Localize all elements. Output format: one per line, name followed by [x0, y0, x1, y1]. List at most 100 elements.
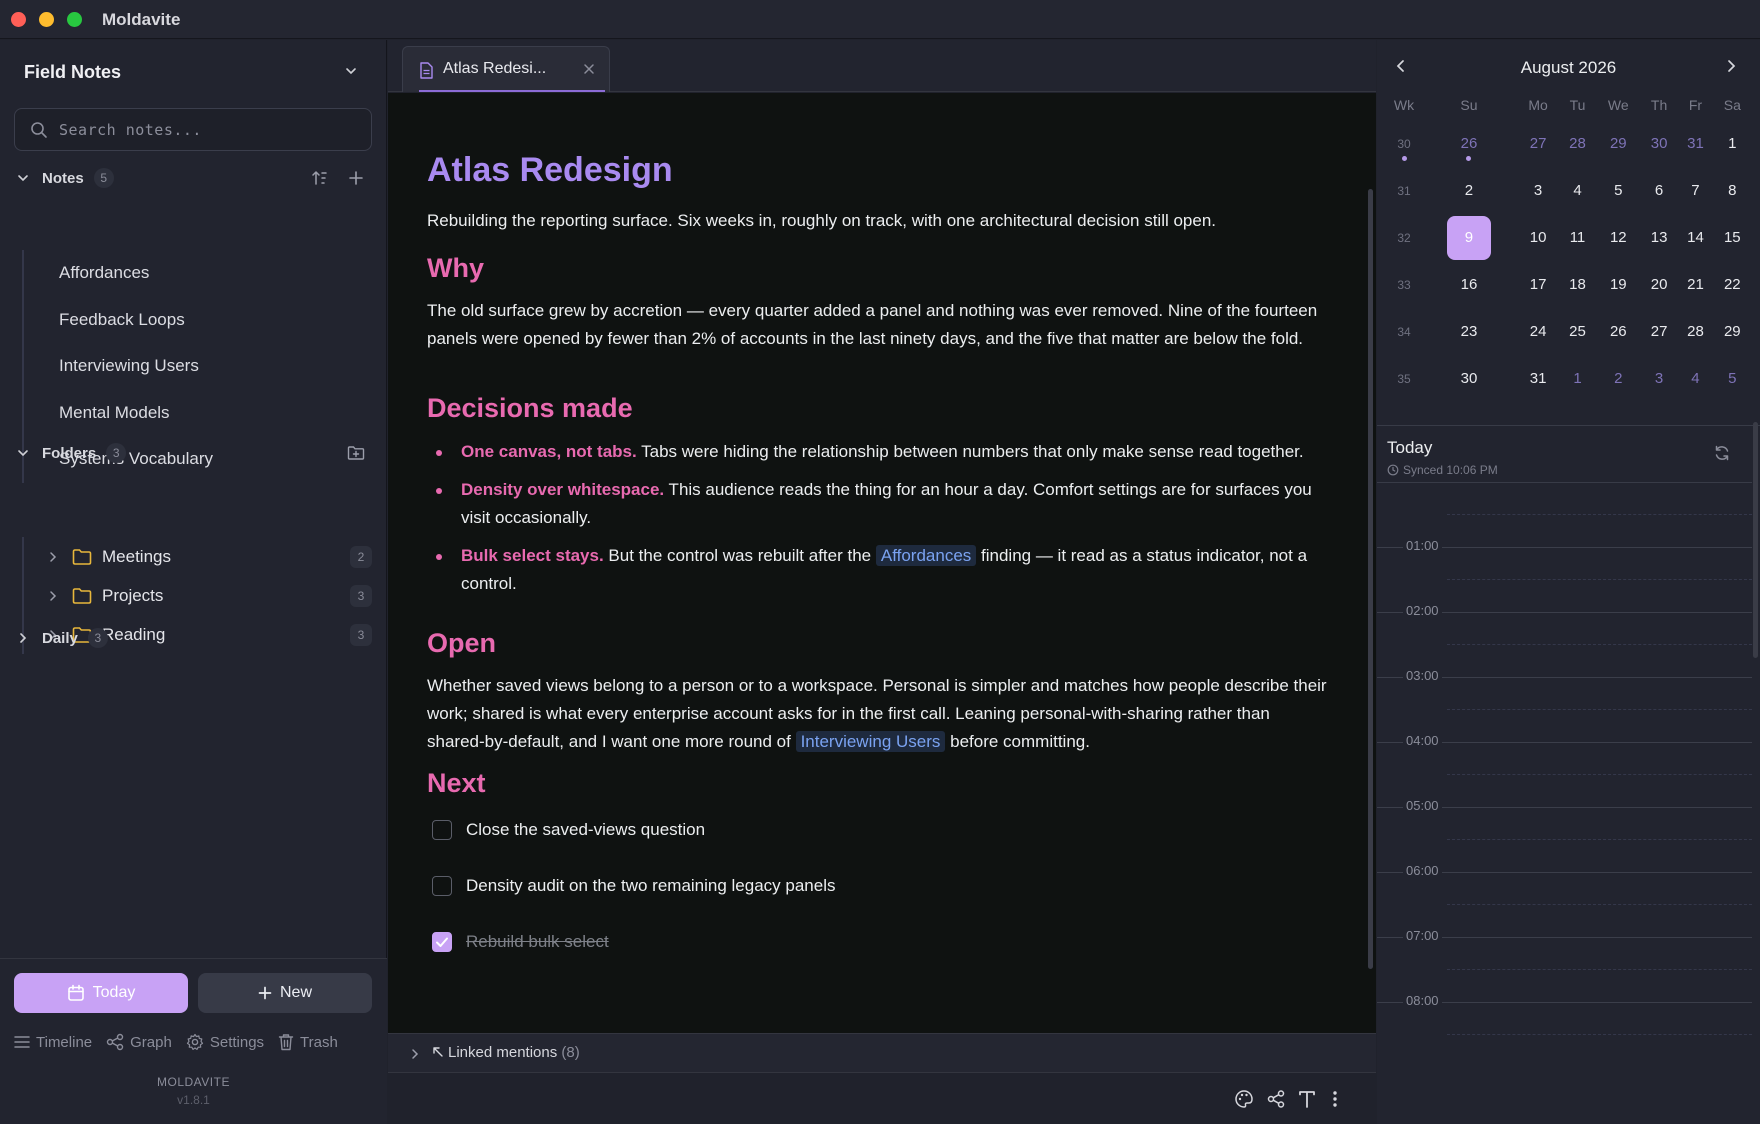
- calendar-day[interactable]: 24: [1517, 308, 1559, 355]
- calendar-day[interactable]: 29: [1596, 120, 1641, 167]
- new-folder-icon[interactable]: [345, 442, 367, 464]
- calendar-day[interactable]: 19: [1596, 261, 1641, 308]
- wikilink-interviewing-users[interactable]: Interviewing Users: [795, 731, 946, 752]
- week-number[interactable]: 32: [1387, 214, 1421, 261]
- week-number[interactable]: 31: [1387, 167, 1421, 214]
- more-options-icon[interactable]: [1332, 1089, 1338, 1109]
- daily-section-header[interactable]: Daily 3: [14, 625, 108, 651]
- timeline-link[interactable]: Timeline: [14, 1033, 92, 1051]
- calendar-day[interactable]: 16: [1421, 261, 1517, 308]
- vault-name[interactable]: Field Notes: [24, 62, 121, 83]
- calendar-day[interactable]: 6: [1641, 167, 1677, 214]
- share-icon[interactable]: [1266, 1089, 1286, 1109]
- calendar-day[interactable]: 13: [1641, 214, 1677, 261]
- calendar-day[interactable]: 29: [1714, 308, 1751, 355]
- graph-link[interactable]: Graph: [106, 1033, 172, 1051]
- linked-mentions-bar[interactable]: Linked mentions (8): [388, 1033, 1376, 1073]
- chevron-right-icon[interactable]: [46, 551, 60, 563]
- chevron-down-icon[interactable]: [14, 169, 32, 187]
- note-item-affordances[interactable]: Affordances: [24, 250, 372, 297]
- sort-icon[interactable]: [309, 167, 331, 189]
- chevron-down-icon[interactable]: [344, 64, 358, 78]
- calendar-day[interactable]: 17: [1517, 261, 1559, 308]
- calendar-day[interactable]: 31: [1677, 120, 1713, 167]
- new-button-label: New: [279, 984, 312, 1001]
- note-editor[interactable]: Atlas Redesign Rebuilding the reporting …: [388, 93, 1376, 1033]
- calendar-day[interactable]: 5: [1714, 355, 1751, 402]
- weekday-header: Su: [1460, 97, 1478, 113]
- calendar-day[interactable]: 26: [1596, 308, 1641, 355]
- note-item-interviewing-users[interactable]: Interviewing Users: [24, 343, 372, 390]
- calendar-day[interactable]: 30: [1421, 355, 1517, 402]
- chevron-down-icon[interactable]: [14, 444, 32, 462]
- today-button[interactable]: Today: [14, 973, 188, 1013]
- chevron-right-icon[interactable]: [46, 590, 60, 602]
- calendar-day-selected[interactable]: 9: [1421, 214, 1517, 261]
- week-number[interactable]: 30: [1387, 120, 1421, 167]
- wikilink-affordances[interactable]: Affordances: [875, 545, 977, 566]
- calendar-day[interactable]: 3: [1641, 355, 1677, 402]
- chevron-right-icon[interactable]: [1725, 59, 1737, 73]
- note-item-mental-models[interactable]: Mental Models: [24, 390, 372, 437]
- chevron-right-icon[interactable]: [410, 1048, 420, 1060]
- calendar-day[interactable]: 27: [1641, 308, 1677, 355]
- calendar-day[interactable]: 28: [1559, 120, 1595, 167]
- calendar-day[interactable]: 15: [1714, 214, 1751, 261]
- calendar-day[interactable]: 3: [1517, 167, 1559, 214]
- todo-checkbox[interactable]: [432, 876, 452, 896]
- todo-checkbox-checked[interactable]: [432, 932, 452, 952]
- calendar-day[interactable]: 1: [1714, 120, 1751, 167]
- new-note-button[interactable]: New: [198, 973, 372, 1013]
- editor-scrollbar[interactable]: [1368, 189, 1373, 969]
- palette-icon[interactable]: [1234, 1089, 1254, 1109]
- trash-link[interactable]: Trash: [278, 1033, 338, 1051]
- calendar-day[interactable]: 25: [1559, 308, 1595, 355]
- close-window-button[interactable]: [11, 12, 26, 27]
- calendar-day[interactable]: 11: [1559, 214, 1595, 261]
- calendar-day[interactable]: 27: [1517, 120, 1559, 167]
- calendar-day[interactable]: 12: [1596, 214, 1641, 261]
- notes-section-header[interactable]: Notes 5: [14, 165, 114, 191]
- checkmark-icon: [436, 937, 448, 947]
- tab-atlas-redesign[interactable]: Atlas Redesi...: [402, 46, 610, 92]
- calendar-day[interactable]: 1: [1559, 355, 1595, 402]
- calendar-day[interactable]: 23: [1421, 308, 1517, 355]
- close-icon[interactable]: [583, 63, 595, 75]
- calendar-day[interactable]: 5: [1596, 167, 1641, 214]
- timeline-scrollbar[interactable]: [1753, 422, 1758, 658]
- calendar-day[interactable]: 14: [1677, 214, 1713, 261]
- calendar-day[interactable]: 2: [1596, 355, 1641, 402]
- week-number[interactable]: 34: [1387, 308, 1421, 355]
- search-input[interactable]: [59, 109, 359, 150]
- calendar-day[interactable]: 10: [1517, 214, 1559, 261]
- week-number[interactable]: 33: [1387, 261, 1421, 308]
- search-box[interactable]: [14, 108, 372, 151]
- calendar-day[interactable]: 8: [1714, 167, 1751, 214]
- open-text: before committing.: [945, 732, 1090, 751]
- settings-link[interactable]: Settings: [186, 1033, 264, 1051]
- chevron-right-icon[interactable]: [14, 629, 32, 647]
- minimize-window-button[interactable]: [39, 12, 54, 27]
- note-item-feedback-loops[interactable]: Feedback Loops: [24, 297, 372, 344]
- folder-item-meetings[interactable]: Meetings 2: [24, 537, 372, 576]
- todo-checkbox[interactable]: [432, 820, 452, 840]
- calendar-day[interactable]: 30: [1641, 120, 1677, 167]
- calendar-day[interactable]: 28: [1677, 308, 1713, 355]
- calendar-day[interactable]: 31: [1517, 355, 1559, 402]
- refresh-icon[interactable]: [1713, 444, 1731, 462]
- calendar-day[interactable]: 2: [1421, 167, 1517, 214]
- calendar-day[interactable]: 4: [1559, 167, 1595, 214]
- calendar-day[interactable]: 22: [1714, 261, 1751, 308]
- add-note-icon[interactable]: [345, 167, 367, 189]
- calendar-day[interactable]: 7: [1677, 167, 1713, 214]
- week-number[interactable]: 35: [1387, 355, 1421, 402]
- folders-section-header[interactable]: Folders 3: [14, 440, 127, 466]
- calendar-day[interactable]: 18: [1559, 261, 1595, 308]
- calendar-day[interactable]: 4: [1677, 355, 1713, 402]
- zoom-window-button[interactable]: [67, 12, 82, 27]
- calendar-day[interactable]: 26: [1421, 120, 1517, 167]
- folder-item-projects[interactable]: Projects 3: [24, 576, 372, 615]
- calendar-day[interactable]: 21: [1677, 261, 1713, 308]
- text-format-icon[interactable]: [1298, 1089, 1316, 1109]
- calendar-day[interactable]: 20: [1641, 261, 1677, 308]
